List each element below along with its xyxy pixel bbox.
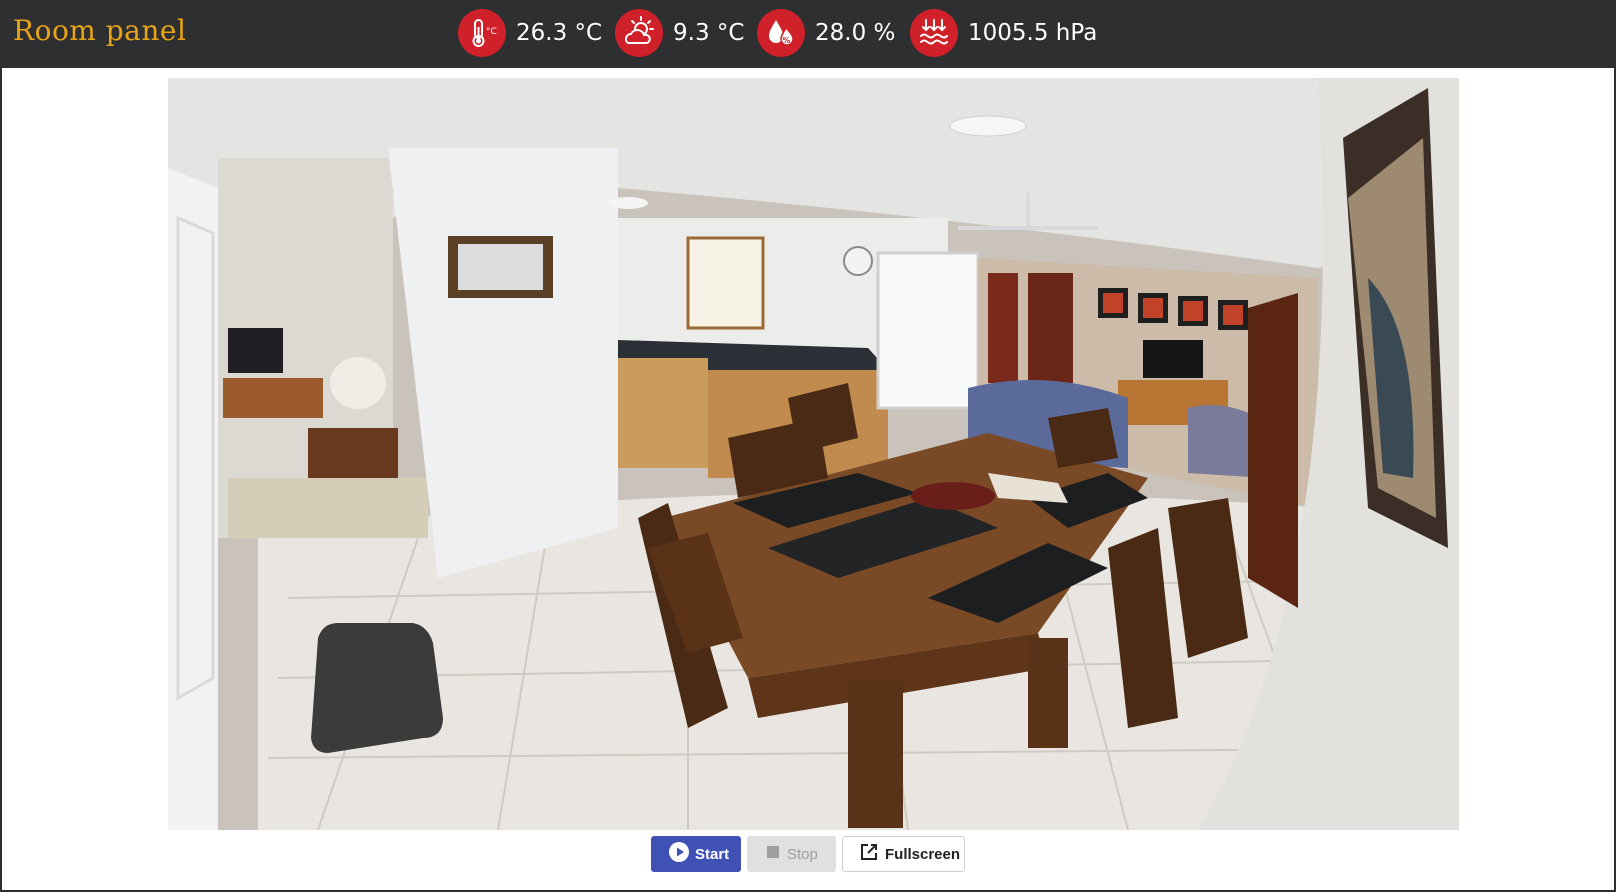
- indoor-temperature-sensor: °C 26.3 °C: [458, 9, 602, 57]
- humidity-value: 28.0 %: [815, 20, 896, 46]
- svg-text:%: %: [783, 36, 791, 45]
- pressure-arrows-icon: [910, 9, 958, 57]
- play-icon: [669, 842, 689, 866]
- humidity-drop-icon: %: [757, 9, 805, 57]
- stop-icon: [765, 844, 781, 864]
- camera-image: [168, 78, 1459, 830]
- camera-controls: Start Stop Fullscreen: [651, 836, 965, 872]
- open-external-icon: [859, 842, 879, 866]
- svg-text:°C: °C: [486, 27, 497, 37]
- humidity-sensor: % 28.0 %: [757, 9, 895, 57]
- outdoor-temperature-sensor: 9.3 °C: [615, 9, 744, 57]
- start-button[interactable]: Start: [651, 836, 741, 872]
- sun-cloud-weather-icon: [615, 9, 663, 57]
- thermometer-celsius-icon: °C: [458, 9, 506, 57]
- stop-button[interactable]: Stop: [747, 836, 836, 872]
- start-button-label: Start: [695, 845, 730, 863]
- fullscreen-button[interactable]: Fullscreen: [842, 836, 965, 872]
- indoor-temperature-value: 26.3 °C: [516, 20, 603, 46]
- camera-view: [168, 78, 1459, 830]
- fullscreen-button-label: Fullscreen: [885, 845, 961, 863]
- top-bar: Room panel °C 26.3 °C 9.3 °C % 28.0 % 10…: [0, 0, 1616, 68]
- pressure-sensor: 1005.5 hPa: [910, 9, 1097, 57]
- pressure-value: 1005.5 hPa: [968, 20, 1098, 46]
- outdoor-temperature-value: 9.3 °C: [673, 20, 745, 46]
- app-title: Room panel: [13, 14, 187, 47]
- stop-button-label: Stop: [787, 845, 818, 863]
